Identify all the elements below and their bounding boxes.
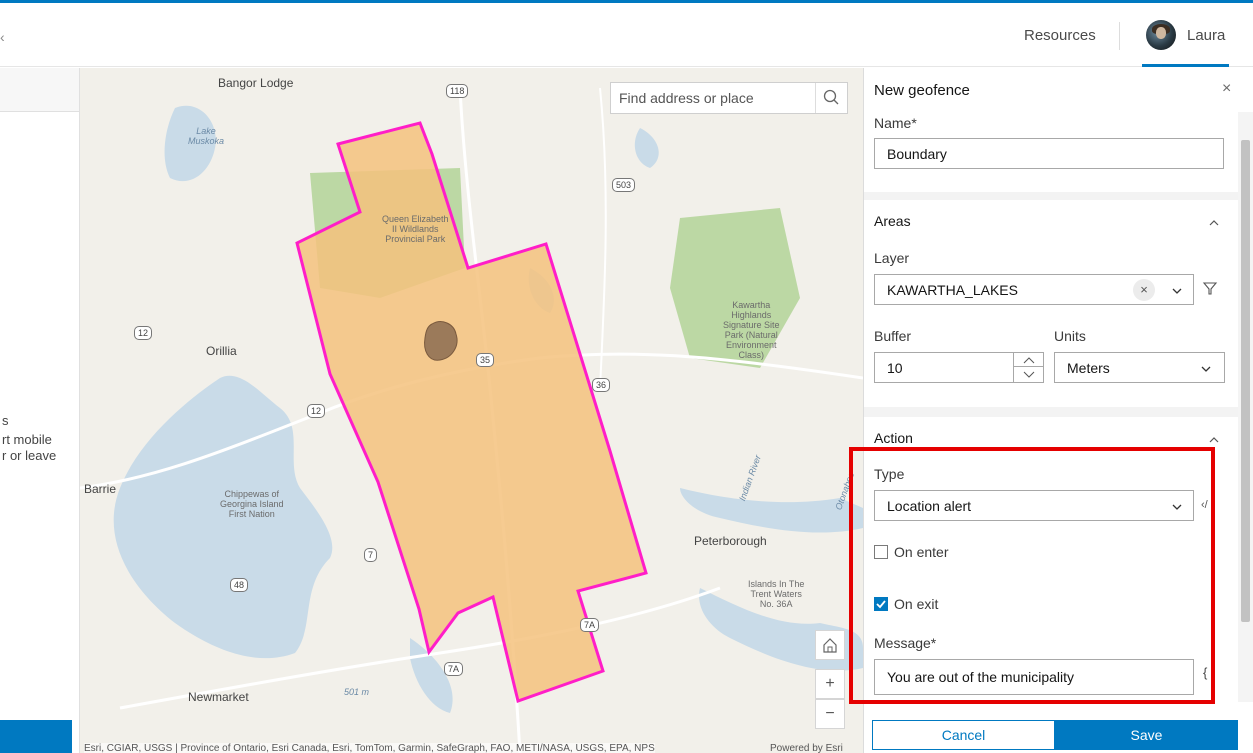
map-label: Barrie [84, 482, 117, 496]
map-label: 501 m [344, 687, 370, 697]
user-tab-indicator [1142, 64, 1229, 67]
chevron-down-icon[interactable] [1172, 286, 1182, 296]
layer-value: KAWARTHA_LAKES [887, 282, 1018, 298]
type-label: Type [874, 466, 905, 482]
buffer-stepper[interactable] [874, 352, 1044, 383]
panel-scroll-area[interactable]: Name* Boundary Areas Layer KAWARTHA_LAKE… [864, 112, 1238, 702]
highway-shield: 35 [476, 353, 495, 367]
code-icon[interactable]: ‹/ [1201, 499, 1208, 511]
action-title: Action [874, 430, 913, 446]
map-canvas [80, 87, 863, 753]
highway-shield: 12 [307, 404, 326, 418]
buffer-input[interactable] [875, 353, 1011, 382]
map-label: Orillia [206, 344, 237, 358]
road-503 [599, 87, 607, 389]
left-panel-text: rt mobile [2, 432, 52, 447]
panel-title: New geofence [874, 82, 970, 99]
decrement-icon[interactable] [1014, 368, 1044, 382]
vertical-scroll-thumb[interactable] [1241, 140, 1250, 622]
resources-link[interactable]: Resources [1024, 27, 1096, 44]
panel-header: New geofence × [864, 68, 1253, 112]
message-field[interactable]: You are out of the municipality [874, 659, 1194, 695]
home-button[interactable] [815, 630, 845, 660]
highway-shield: 12 [134, 326, 153, 340]
type-value: Location alert [887, 498, 972, 514]
close-icon[interactable]: × [1222, 80, 1231, 98]
units-select[interactable]: Meters [1054, 352, 1225, 383]
chevron-up-icon[interactable] [1209, 218, 1219, 228]
layer-select[interactable]: KAWARTHA_LAKES × [874, 274, 1194, 305]
trent-river-water [680, 488, 863, 533]
name-field[interactable]: Boundary [874, 138, 1224, 169]
filter-icon[interactable] [1202, 280, 1218, 296]
checkmark-icon [876, 600, 886, 609]
message-label: Message* [874, 635, 937, 651]
braces-icon[interactable]: { [1203, 665, 1207, 680]
on-enter-label[interactable]: On enter [894, 544, 948, 560]
highway-shield: 48 [230, 578, 249, 592]
buffer-label: Buffer [874, 328, 912, 344]
search-button[interactable] [815, 83, 847, 113]
highway-shield: 118 [446, 84, 469, 98]
clear-icon[interactable]: × [1133, 279, 1155, 301]
zoom-out-button[interactable]: − [815, 699, 845, 729]
highway-shield: 36 [592, 378, 611, 392]
search-icon [823, 89, 839, 105]
left-panel: s rt mobile r or leave [0, 68, 80, 753]
map-label: Bangor Lodge [218, 76, 294, 90]
map-label: Queen Elizabeth II Wildlands Provincial … [382, 214, 449, 244]
user-name[interactable]: Laura [1187, 27, 1225, 44]
name-value: Boundary [887, 146, 947, 162]
home-icon [823, 638, 837, 653]
units-label: Units [1054, 328, 1086, 344]
layer-label: Layer [874, 250, 910, 266]
highway-shield: 7 [364, 548, 378, 562]
left-panel-text: r or leave [2, 448, 57, 463]
map-search-box [610, 82, 848, 114]
map-attribution: Esri, CGIAR, USGS | Province of Ontario,… [84, 743, 655, 753]
areas-title: Areas [874, 213, 911, 229]
highway-shield: 7A [580, 618, 600, 632]
on-exit-checkbox[interactable] [874, 597, 888, 611]
units-value: Meters [1067, 360, 1110, 376]
app-header: ‹ Resources Laura [0, 3, 1253, 67]
map-label: Islands In The Trent Waters No. 36A [748, 579, 805, 609]
map-label: Newmarket [188, 690, 249, 704]
left-panel-header [0, 68, 79, 112]
areas-section: Areas Layer KAWARTHA_LAKES × Buffer Unit… [864, 200, 1238, 407]
action-section: Action Type Location alert ‹/ On enter O… [864, 417, 1238, 702]
vertical-scrollbar[interactable] [1238, 112, 1253, 702]
avatar[interactable] [1146, 20, 1176, 50]
search-input[interactable] [611, 83, 815, 113]
left-panel-button[interactable] [0, 720, 72, 753]
chevron-down-icon[interactable] [1172, 502, 1182, 512]
map-view[interactable]: Bangor Lodge Orillia Barrie Peterborough… [80, 68, 863, 753]
highway-shield: 7A [444, 662, 464, 676]
chevron-up-icon[interactable] [1209, 435, 1219, 445]
geofence-panel: New geofence × Name* Boundary Areas Laye… [863, 68, 1253, 753]
highway-shield: 503 [612, 178, 636, 192]
cancel-button[interactable]: Cancel [872, 720, 1055, 750]
small-lake-water [634, 128, 659, 168]
name-section: Name* Boundary [864, 112, 1238, 192]
powered-by-esri[interactable]: Powered by Esri [770, 743, 843, 753]
left-panel-text: s [2, 413, 9, 428]
name-label: Name* [874, 115, 917, 131]
map-label: Chippewas of Georgina Island First Natio… [220, 489, 284, 519]
increment-icon[interactable] [1014, 353, 1044, 367]
zoom-in-button[interactable]: + [815, 669, 845, 699]
on-enter-checkbox[interactable] [874, 545, 888, 559]
map-label: Lake Muskoka [188, 126, 225, 146]
chevron-down-icon[interactable] [1201, 364, 1211, 374]
type-select[interactable]: Location alert [874, 490, 1194, 521]
map-label: Peterborough [694, 534, 767, 548]
stepper-buttons [1013, 353, 1044, 382]
header-left-fragment: ‹ [0, 29, 5, 45]
map-label: Kawartha Highlands Signature Site Park (… [723, 300, 780, 360]
header-divider [1119, 22, 1120, 50]
message-value: You are out of the municipality [887, 669, 1075, 685]
on-exit-label[interactable]: On exit [894, 596, 938, 612]
save-button[interactable]: Save [1055, 720, 1238, 750]
